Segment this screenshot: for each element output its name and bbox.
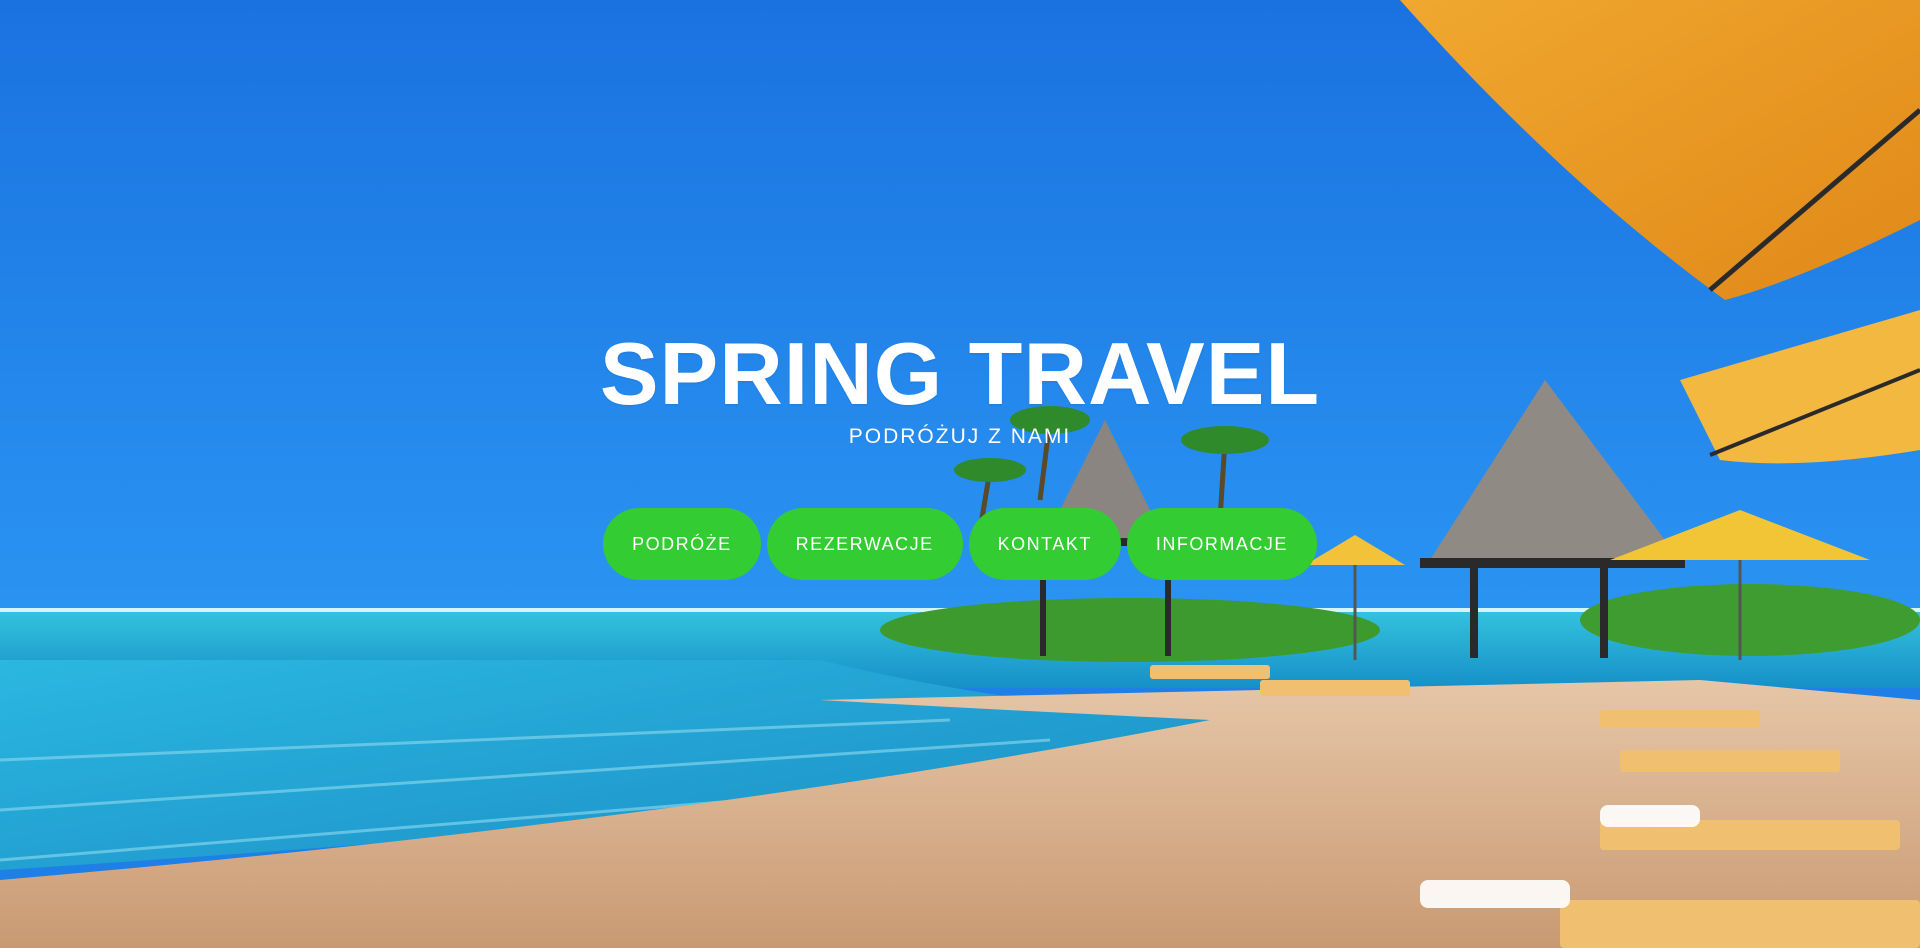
site-subtitle: PODRÓŻUJ Z NAMI xyxy=(848,425,1072,448)
main-navigation: PODRÓŻE REZERWACJE KONTAKT INFORMACJE xyxy=(0,508,1920,580)
nav-button-rezerwacje[interactable]: REZERWACJE xyxy=(766,508,963,580)
nav-button-podroze[interactable]: PODRÓŻE xyxy=(603,508,761,580)
nav-button-informacje[interactable]: INFORMACJE xyxy=(1126,508,1317,580)
hero-content: SPRING TRAVEL PODRÓŻUJ Z NAMI PODRÓŻE RE… xyxy=(0,0,1920,948)
site-title: SPRING TRAVEL xyxy=(599,324,1321,423)
nav-button-kontakt[interactable]: KONTAKT xyxy=(968,508,1121,580)
